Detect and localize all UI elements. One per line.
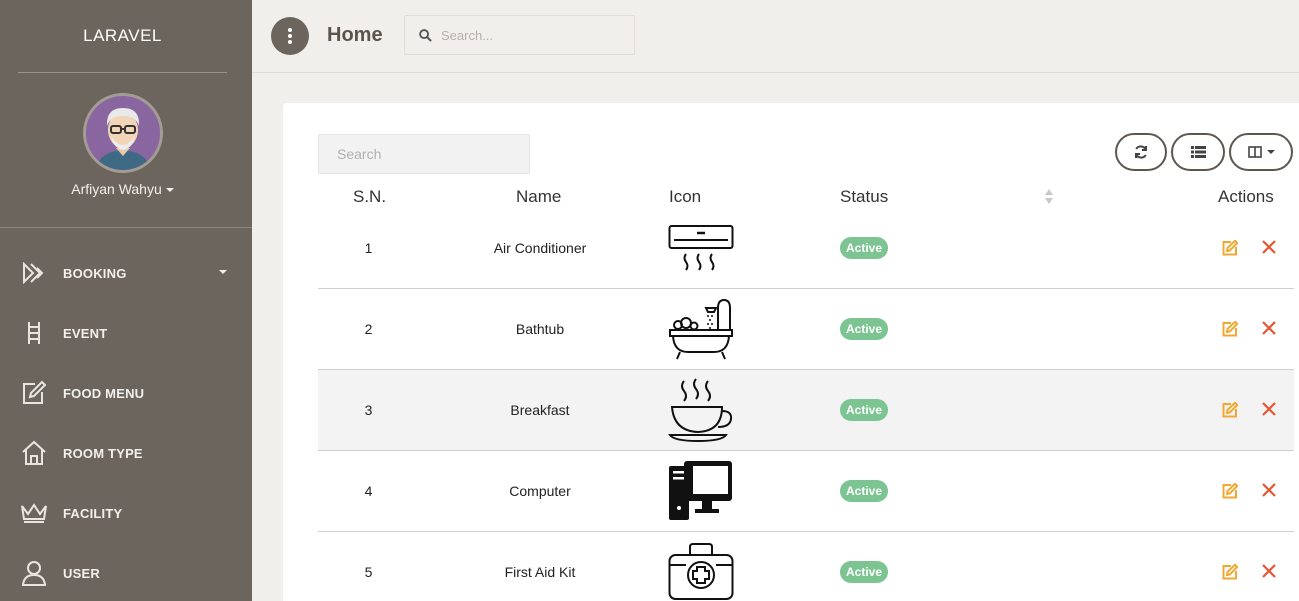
edit-note-icon <box>19 378 49 408</box>
column-header-status[interactable]: Status <box>840 187 888 207</box>
caret-down-icon <box>165 188 174 193</box>
caret-down-icon <box>1266 150 1275 154</box>
nav-label: FOOD MENU <box>63 385 145 401</box>
cell-name: First Aid Kit <box>504 564 576 580</box>
delete-icon[interactable] <box>1262 483 1276 497</box>
divider <box>18 72 227 73</box>
toggle-view-button[interactable] <box>1171 133 1225 171</box>
columns-button[interactable] <box>1229 133 1293 171</box>
cell-name: Air Conditioner <box>493 240 587 256</box>
column-header-icon[interactable]: Icon <box>669 187 701 207</box>
ladder-icon <box>19 318 49 348</box>
search-icon <box>419 28 432 42</box>
cell-sn: 2 <box>364 321 373 337</box>
top-bar: Home <box>252 0 1299 73</box>
nav-label: FACILITY <box>63 505 123 521</box>
cell-name: Computer <box>509 483 571 499</box>
columns-icon <box>1247 146 1262 158</box>
edit-icon[interactable] <box>1222 402 1238 418</box>
cell-name: Bathtub <box>515 321 565 337</box>
nav-item-facility[interactable]: FACILITY <box>0 488 252 538</box>
refresh-icon <box>1135 145 1147 159</box>
avatar[interactable] <box>83 93 163 173</box>
status-badge: Active <box>840 480 889 502</box>
nav-label: ROOM TYPE <box>63 445 143 461</box>
cell-sn: 4 <box>364 483 373 499</box>
table-row: 3 Breakfast Active <box>318 370 1294 451</box>
status-badge: Active <box>840 318 889 340</box>
status-badge: Active <box>840 561 889 583</box>
computer-icon <box>668 451 734 531</box>
edit-icon[interactable] <box>1222 321 1238 337</box>
nav-label: BOOKING <box>63 265 127 281</box>
first-aid-kit-icon <box>668 532 734 601</box>
table-row: 2 Bathtub Active <box>318 289 1294 370</box>
caret-down-icon <box>219 270 227 274</box>
column-header-name[interactable]: Name <box>516 187 561 207</box>
menu-toggle-button[interactable] <box>271 17 309 55</box>
bathtub-icon <box>668 289 734 369</box>
vertical-dots-icon <box>288 28 292 44</box>
sort-icon[interactable] <box>1044 189 1054 204</box>
forward-arrows-icon <box>19 258 49 288</box>
table-search-input[interactable] <box>318 134 530 174</box>
delete-icon[interactable] <box>1262 321 1276 335</box>
nav-label: EVENT <box>63 325 108 341</box>
cell-sn: 1 <box>364 240 373 256</box>
delete-icon[interactable] <box>1262 402 1276 416</box>
header-search-input[interactable] <box>441 27 621 43</box>
column-header-actions: Actions <box>1218 187 1274 206</box>
cell-sn: 3 <box>364 402 373 418</box>
coffee-cup-icon <box>668 370 734 450</box>
nav-item-user[interactable]: USER <box>0 548 252 598</box>
table-row: 5 First Aid Kit Active <box>318 532 1294 601</box>
user-name: Arfiyan Wahyu <box>71 181 162 197</box>
brand-logo[interactable]: LARAVEL <box>0 26 245 46</box>
page-title: Home <box>327 24 383 46</box>
status-badge: Active <box>840 237 889 259</box>
air-conditioner-icon <box>668 208 734 288</box>
delete-icon[interactable] <box>1262 564 1276 578</box>
list-icon <box>1190 146 1206 158</box>
column-header-sn[interactable]: S.N. <box>353 187 386 207</box>
crown-icon <box>19 498 49 528</box>
cell-sn: 5 <box>364 564 373 580</box>
nav-item-room-type[interactable]: ROOM TYPE <box>0 428 252 478</box>
divider <box>0 227 252 228</box>
table-row: 1 Air Conditioner Active <box>318 208 1294 289</box>
nav-item-booking[interactable]: BOOKING <box>0 248 252 298</box>
home-icon <box>19 438 49 468</box>
delete-icon[interactable] <box>1262 240 1276 254</box>
sidebar: LARAVEL Arfiyan Wahyu BOOKING EVENT FOOD… <box>0 0 252 601</box>
table-row: 4 Computer Active <box>318 451 1294 532</box>
nav-item-event[interactable]: EVENT <box>0 308 252 358</box>
nav-item-food-menu[interactable]: FOOD MENU <box>0 368 252 418</box>
edit-icon[interactable] <box>1222 564 1238 580</box>
facility-table-card: S.N. Name Icon Status Actions 1 Air Cond… <box>283 103 1299 601</box>
user-icon <box>19 558 49 588</box>
edit-icon[interactable] <box>1222 483 1238 499</box>
header-search[interactable] <box>404 15 635 55</box>
user-menu[interactable]: Arfiyan Wahyu <box>0 181 245 197</box>
cell-name: Breakfast <box>510 402 570 418</box>
edit-icon[interactable] <box>1222 240 1238 256</box>
status-badge: Active <box>840 399 889 421</box>
nav-label: USER <box>63 565 100 581</box>
refresh-button[interactable] <box>1115 133 1167 171</box>
